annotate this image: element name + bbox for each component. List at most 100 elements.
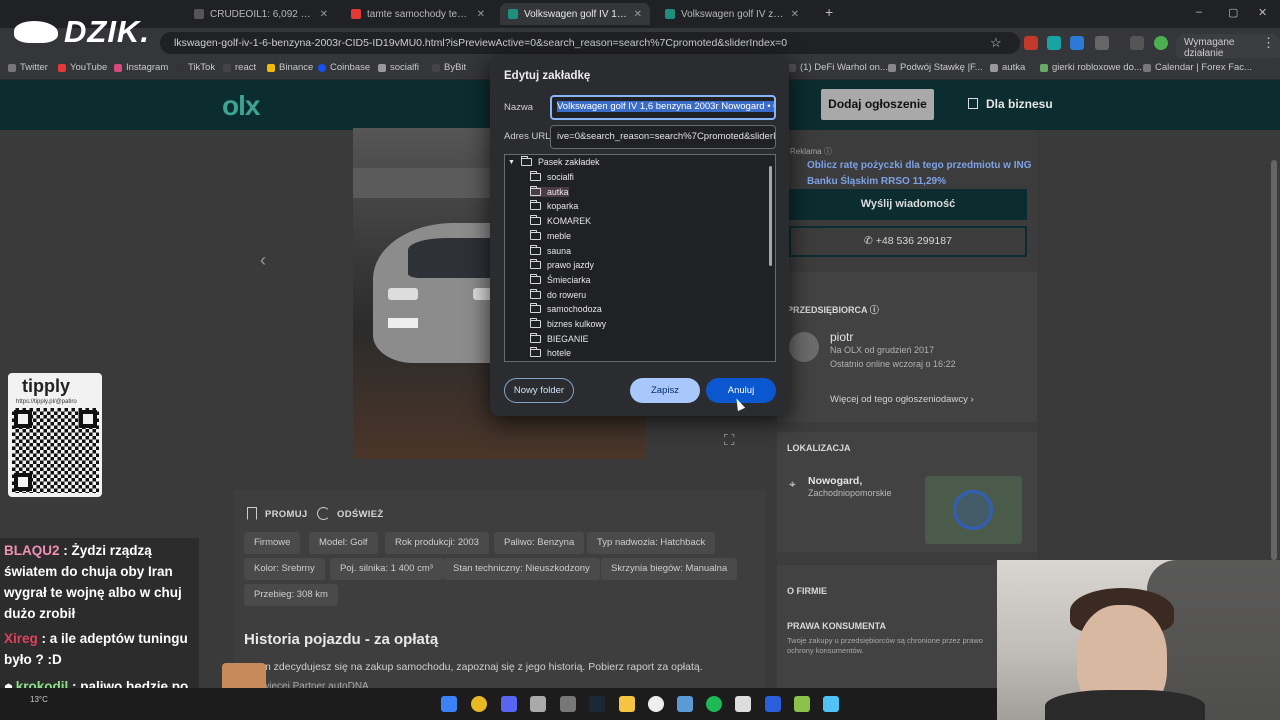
extension-icon[interactable] <box>1047 36 1061 50</box>
spotify-icon[interactable] <box>706 696 722 712</box>
param-tag: Model: Golf <box>309 532 378 554</box>
page-scrollbar-thumb[interactable] <box>1271 160 1277 560</box>
seller-more-link[interactable]: Więcej od tego ogłoszeniodawcy › <box>830 394 974 405</box>
tab-youtube[interactable]: tamte samochody też tak stoją ✕ <box>343 3 493 25</box>
seller-type-text: PRZEDSIĘBIORCA <box>787 305 868 315</box>
tiktok-icon <box>176 63 184 72</box>
tab-crudeoil[interactable]: CRUDEOIL1: 6,092 ▲ +0.64% Il ✕ <box>186 3 336 25</box>
chrome-icon[interactable] <box>471 696 487 712</box>
bookmark-coinbase[interactable]: Coinbase <box>318 62 370 73</box>
folder-icon <box>520 156 532 166</box>
obs-icon[interactable] <box>735 696 751 712</box>
address-bar[interactable]: lkswagen-golf-iv-1-6-benzyna-2003r-CID5-… <box>160 32 1020 54</box>
new-tab-button[interactable]: + <box>825 4 833 20</box>
maximize-button[interactable]: ▢ <box>1228 6 1238 19</box>
extensions-puzzle-icon[interactable] <box>1095 36 1109 50</box>
tab-close-icon[interactable]: ✕ <box>477 9 485 20</box>
bookmark-name-input[interactable]: Volkswagen golf IV 1,6 benzyna 2003r Now… <box>550 95 776 120</box>
folder-item[interactable]: socialfi <box>530 171 574 182</box>
bookmark-twitter[interactable]: Twitter <box>8 62 48 73</box>
bookmark-url-input[interactable]: ive=0&search_reason=search%7Cpromoted&sl… <box>550 125 776 149</box>
close-window-button[interactable]: ✕ <box>1258 6 1267 19</box>
folder-item[interactable]: autka <box>530 185 569 197</box>
folder-icon <box>378 63 386 72</box>
folder-icon <box>990 63 998 72</box>
start-icon[interactable] <box>441 696 457 712</box>
name-label: Nazwa <box>504 102 534 113</box>
youtube-icon <box>351 9 361 19</box>
add-listing-button[interactable]: Dodaj ogłoszenie <box>821 89 934 120</box>
translate-icon[interactable] <box>1070 36 1084 50</box>
reading-list-icon[interactable] <box>1130 36 1144 50</box>
folder-item[interactable]: sauna <box>530 244 571 256</box>
bookmark-binance[interactable]: Binance <box>267 62 313 73</box>
app-icon[interactable] <box>765 696 781 712</box>
weather-widget[interactable]: 13°C <box>30 695 48 704</box>
phone-button[interactable]: ✆ +48 536 299187 <box>789 226 1027 257</box>
bookmark-podwoj[interactable]: Podwój Stawkę |F... <box>888 62 983 73</box>
folder-item[interactable]: Śmieciarka <box>530 273 591 285</box>
app-icon[interactable] <box>677 696 693 712</box>
send-message-button[interactable]: Wyślij wiadomość <box>789 189 1027 220</box>
tab-close-icon[interactable]: ✕ <box>320 9 328 20</box>
discord-icon[interactable] <box>501 696 517 712</box>
bookmark-folder-socialfi[interactable]: socialfi <box>378 62 419 73</box>
folder-tree[interactable] <box>504 154 776 362</box>
folder-item[interactable]: koparka <box>530 200 578 211</box>
folder-tree-scrollbar[interactable] <box>769 166 772 266</box>
minimize-button[interactable]: – <box>1196 6 1202 18</box>
folder-item[interactable]: do roweru <box>530 288 586 300</box>
bookmark-defi[interactable]: (1) DeFi Warhol on... <box>788 62 888 73</box>
folder-label: hotele <box>547 348 571 359</box>
location-map[interactable] <box>925 476 1022 544</box>
consumer-rights-text: Twoje zakupy u przedsiębiorców są chroni… <box>787 636 983 655</box>
folder-item[interactable]: prawo jazdy <box>530 259 594 270</box>
expand-icon[interactable]: ⛶ <box>724 432 735 449</box>
bookmark-bybit[interactable]: ByBit <box>432 62 466 73</box>
olx-logo[interactable]: olx <box>222 90 260 122</box>
tab-close-icon[interactable]: ✕ <box>634 9 642 20</box>
app-icon[interactable] <box>794 696 810 712</box>
for-business-link[interactable]: Dla biznesu <box>968 97 1053 111</box>
folder-item[interactable]: BIEGANIE <box>530 332 589 344</box>
bookmark-instagram[interactable]: Instagram <box>114 62 168 73</box>
capcut-icon[interactable] <box>648 696 664 712</box>
location-radius <box>953 490 993 530</box>
app-icon[interactable] <box>560 696 576 712</box>
file-explorer-icon[interactable] <box>619 696 635 712</box>
folder-item[interactable]: samochodoza <box>530 303 602 314</box>
bookmark-react[interactable]: react <box>223 62 256 73</box>
tab-olx-active[interactable]: Volkswagen golf IV 1,6 benzyn ✕ <box>500 3 650 25</box>
promote-button[interactable]: PROMUJ <box>265 509 307 520</box>
chat-username: BLAQU2 <box>4 543 60 558</box>
save-button[interactable]: Zapisz <box>630 378 700 403</box>
refresh-button[interactable]: ODŚWIEŻ <box>337 509 383 520</box>
bookmark-folder-autka[interactable]: autka <box>990 62 1025 73</box>
folder-item[interactable]: meble <box>530 229 571 241</box>
tab-close-icon[interactable]: ✕ <box>791 9 799 20</box>
app-icon[interactable] <box>530 696 546 712</box>
folder-item[interactable]: hotele <box>530 347 571 359</box>
folder-item[interactable]: KOMAREK <box>530 215 591 226</box>
bookmark-tiktok[interactable]: TikTok <box>176 62 215 73</box>
new-folder-button[interactable]: Nowy folder <box>504 378 574 403</box>
bookmark-label: YouTube <box>70 62 108 73</box>
profile-avatar-icon[interactable] <box>1154 36 1168 50</box>
folder-label: biznes kulkowy <box>547 319 607 329</box>
browser-menu-icon[interactable]: ⋮ <box>1262 35 1275 51</box>
consumer-rights-heading: PRAWA KONSUMENTA <box>787 621 886 631</box>
extension-icon[interactable] <box>1024 36 1038 50</box>
tab-olx-2[interactable]: Volkswagen golf IV z 2000 roku ✕ <box>657 3 807 25</box>
previous-photo-arrow[interactable]: ‹ <box>260 250 266 271</box>
loan-calculator-link[interactable]: Oblicz ratę pożyczki dla tego przedmiotu… <box>807 158 1032 190</box>
steam-icon[interactable] <box>589 696 605 712</box>
ad-label-text: Reklama <box>790 147 822 156</box>
brand-text: DZIK. <box>64 14 150 49</box>
folder-root[interactable]: ▼ Pasek zakładek <box>508 156 600 167</box>
notepad-icon[interactable] <box>823 696 839 712</box>
bookmark-youtube[interactable]: YouTube <box>58 62 107 73</box>
folder-item[interactable]: biznes kulkowy <box>530 318 607 329</box>
bookmark-gierki[interactable]: gierki robloxowe do... <box>1040 62 1142 73</box>
bookmark-calendar[interactable]: Calendar | Forex Fac... <box>1143 62 1252 73</box>
bookmark-star-icon[interactable]: ☆ <box>990 35 1002 51</box>
